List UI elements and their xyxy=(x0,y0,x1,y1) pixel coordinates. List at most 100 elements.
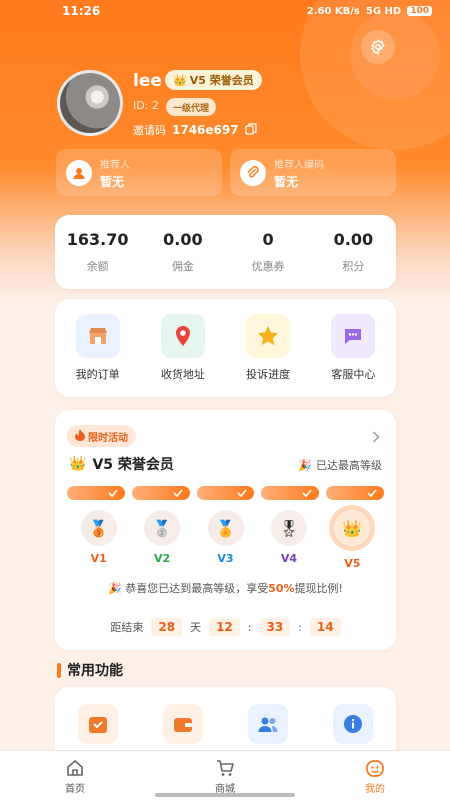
referrer-code-label: 推荐人编码 xyxy=(274,159,324,171)
tab-mine[interactable]: 我的 xyxy=(300,751,450,800)
congrats-suffix: 提现比例! xyxy=(294,582,343,595)
copy-icon[interactable] xyxy=(244,122,257,138)
star-icon xyxy=(246,314,291,358)
progress-segment xyxy=(196,486,255,500)
stats-card: 163.70 余额 0.00 佣金 0 优惠券 0.00 积分 xyxy=(55,215,396,289)
military-medal-icon: 🎖 xyxy=(270,510,307,546)
level-name: V5 xyxy=(344,557,361,570)
countdown-separator: : xyxy=(247,620,252,634)
cart-icon xyxy=(217,760,234,776)
stat-coupons[interactable]: 0 优惠券 xyxy=(226,215,311,289)
status-bar: 11:26 2.60 KB/s 5G HD 100 xyxy=(0,0,450,22)
referrer-code-card[interactable]: 推荐人编码 暂无 xyxy=(230,149,396,196)
countdown-days-unit: 天 xyxy=(190,621,202,634)
check-icon xyxy=(367,489,377,497)
level-v5: 👑 V5 xyxy=(321,505,384,570)
home-indicator[interactable] xyxy=(155,793,295,797)
stat-label: 积分 xyxy=(342,260,365,273)
menu-item-my-orders[interactable]: 我的订单 xyxy=(55,299,140,397)
level-name: V4 xyxy=(280,552,297,565)
countdown: 距结束 28 天 12 : 33 : 14 xyxy=(55,618,396,636)
section-title-common: 常用功能 xyxy=(57,660,123,680)
stat-value: 0.00 xyxy=(163,230,203,249)
invite-label: 邀请码 xyxy=(133,124,166,137)
level-name: V2 xyxy=(154,552,171,565)
stat-balance[interactable]: 163.70 余额 xyxy=(55,215,140,289)
level-v3: 🏅 V3 xyxy=(194,510,257,570)
tab-label: 我的 xyxy=(365,784,385,795)
menu-label: 收货地址 xyxy=(160,368,205,381)
level-status: 🎉 已达最高等级 xyxy=(298,457,382,473)
menu-item-support[interactable]: 客服中心 xyxy=(311,299,396,397)
user-id: ID: 2 xyxy=(133,99,159,112)
quick-menu: 我的订单 收货地址 投诉进度 客服中心 xyxy=(55,299,396,397)
level-v1: 🥉 V1 xyxy=(67,510,130,570)
activity-badge-label: 限时活动 xyxy=(88,432,128,444)
signal-indicator: 5G HD xyxy=(365,5,402,17)
menu-item-address[interactable]: 收货地址 xyxy=(140,299,225,397)
countdown-hours: 12 xyxy=(209,618,240,636)
menu-label: 客服中心 xyxy=(331,368,376,381)
store-icon xyxy=(75,314,120,358)
invite-code-row: 邀请码 1746e697 xyxy=(133,122,257,138)
avatar[interactable] xyxy=(57,70,123,136)
chevron-right-icon[interactable] xyxy=(372,428,380,447)
smiley-icon xyxy=(366,760,384,777)
vip-badge: 👑 V5 荣誉会员 xyxy=(165,70,262,90)
stat-points[interactable]: 0.00 积分 xyxy=(311,215,396,289)
home-icon xyxy=(67,760,83,776)
section-accent-bar xyxy=(57,662,61,678)
level-name: V3 xyxy=(217,552,234,565)
profile-page: 11:26 2.60 KB/s 5G HD 100 lee 👑 V5 荣誉会员 … xyxy=(0,0,450,800)
flame-icon xyxy=(75,428,85,444)
tab-label: 首页 xyxy=(65,784,85,795)
check-icon xyxy=(237,489,248,497)
level-status-text: 已达最高等级 xyxy=(316,459,382,472)
party-popper-icon: 🎉 xyxy=(108,582,122,595)
referrer-code-value: 暂无 xyxy=(274,174,299,189)
stat-value: 163.70 xyxy=(66,230,129,249)
congrats-prefix: 恭喜您已达到最高等级，享受 xyxy=(125,582,269,595)
crown-icon: 👑 xyxy=(173,73,187,87)
level-v2: 🥈 V2 xyxy=(130,510,193,570)
countdown-minutes: 33 xyxy=(259,618,291,636)
countdown-label: 距结束 xyxy=(110,621,144,634)
limited-activity-badge: 限时活动 xyxy=(67,425,136,447)
stat-label: 优惠券 xyxy=(251,260,285,273)
congrats-highlight: 50% xyxy=(268,582,295,595)
activity-title: 👑 V5 荣誉会员 xyxy=(69,454,174,474)
status-icons: 2.60 KB/s 5G HD 100 xyxy=(307,6,432,17)
gold-medal-icon: 🏅 xyxy=(207,510,244,546)
check-icon xyxy=(302,489,312,497)
menu-item-complaint[interactable]: 投诉进度 xyxy=(226,299,311,397)
tab-home[interactable]: 首页 xyxy=(0,751,150,800)
agent-level-badge: 一级代理 xyxy=(166,98,217,116)
progress-segment xyxy=(261,486,320,500)
battery-indicator: 100 xyxy=(407,6,432,16)
level-progress xyxy=(67,486,384,500)
level-name: V1 xyxy=(90,552,107,565)
settings-button[interactable] xyxy=(361,30,395,64)
paperclip-icon xyxy=(240,159,266,186)
menu-label: 投诉进度 xyxy=(246,368,291,381)
crown-icon: 👑 xyxy=(69,456,87,472)
progress-segment xyxy=(131,486,190,500)
referrer-card[interactable]: 推荐人 暂无 xyxy=(56,149,222,196)
silver-medal-icon: 🥈 xyxy=(144,510,181,546)
countdown-separator: : xyxy=(298,620,302,634)
username: lee xyxy=(133,71,162,91)
chat-bubble-icon xyxy=(331,314,376,358)
stat-commission[interactable]: 0.00 佣金 xyxy=(140,215,225,289)
gear-icon xyxy=(371,39,385,56)
countdown-days: 28 xyxy=(151,618,183,636)
level-list: 🥉 V1 🥈 V2 🏅 V3 🎖 V4 👑 V5 xyxy=(67,505,384,570)
vip-label: V5 荣誉会员 xyxy=(189,74,254,87)
progress-segment xyxy=(326,486,384,500)
party-popper-icon: 🎉 xyxy=(298,458,312,472)
network-speed: 2.60 KB/s xyxy=(306,5,360,17)
referrer-value: 暂无 xyxy=(100,174,125,189)
wallet-icon xyxy=(162,704,203,744)
check-icon xyxy=(108,489,118,497)
stat-label: 佣金 xyxy=(171,260,194,273)
stat-value: 0 xyxy=(262,230,274,249)
